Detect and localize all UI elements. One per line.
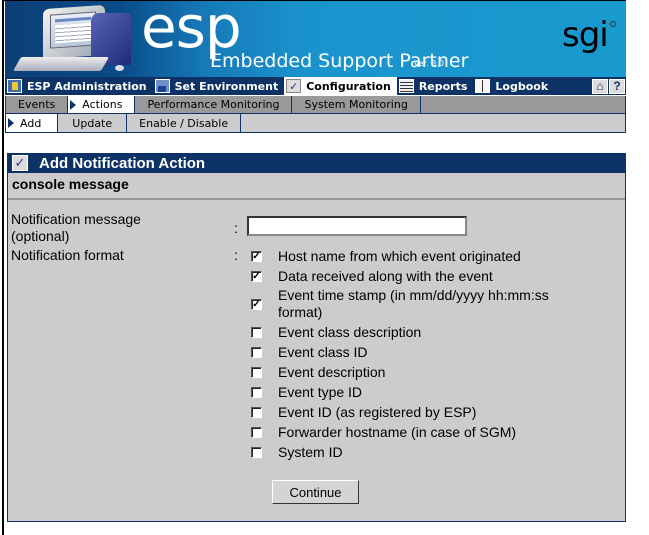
admin-icon [7,79,22,93]
tab-events[interactable]: Events [6,96,69,113]
tab-label: Reports [418,79,468,93]
tab-label: Update [72,116,113,130]
continue-button[interactable]: Continue [272,480,359,504]
option-event-data[interactable]: ✓ Data received along with the event [251,268,493,285]
message-label: Notification message (optional) [11,211,141,245]
sgi-logo: sgi [562,15,609,55]
checkbox-event-class-description[interactable] [251,327,262,338]
home-button[interactable]: ⌂ [592,78,608,94]
tab-label: Performance Monitoring [147,98,280,111]
tab-configuration[interactable]: ✓ Configuration [284,77,397,95]
tab-label: System Monitoring [304,98,408,111]
tab-logbook[interactable]: Logbook [473,77,554,95]
checkmark-icon: ✓ [12,155,28,171]
tab-label: Logbook [495,79,549,93]
message-label-line1: Notification message [11,211,141,227]
option-label: Forwarder hostname (in case of SGM) [278,424,517,440]
tab-enable-disable[interactable]: Enable / Disable [127,114,242,132]
option-event-description[interactable]: Event description [251,364,385,381]
option-label: Event ID (as registered by ESP) [278,404,477,420]
tertiary-nav: Add Update Enable / Disable [5,114,626,133]
option-event-class-description[interactable]: Event class description [251,324,421,341]
action-type-label: console message [8,173,625,200]
format-label: Notification format [11,247,124,263]
home-icon: ⌂ [596,79,604,93]
option-label: Event class ID [278,344,368,360]
message-label-line2: (optional) [11,228,70,244]
left-frame-border [2,0,4,535]
tab-label: ESP Administration [27,79,147,93]
option-label-line1: Event time stamp (in mm/dd/yyyy hh:mm:ss [278,287,549,303]
checkbox-event-description[interactable] [251,367,262,378]
panel-header: ✓ Add Notification Action [8,153,625,173]
tab-set-environment[interactable]: Set Environment [153,77,285,95]
checkbox-event-class-id[interactable] [251,347,262,358]
mouse-image [115,65,124,71]
option-label: Event description [278,364,386,380]
checkmark-icon: ✓ [286,79,302,93]
table-icon [398,79,414,93]
banner: esp Embedded Support Partner ver. 3.0 sg… [5,1,626,77]
help-icon: ? [613,79,621,93]
tab-performance-monitoring[interactable]: Performance Monitoring [135,96,293,113]
checkbox-system-id[interactable] [251,447,262,458]
primary-nav: ESP Administration Set Environment ✓ Con… [5,77,626,95]
tab-actions[interactable]: Actions [68,96,136,113]
option-label: Host name from which event originated [278,248,521,264]
option-time-stamp[interactable]: ✓ Event time stamp (in mm/dd/yyyy hh:mm:… [251,287,549,321]
checkbox-host-name[interactable]: ✓ [251,251,262,262]
colon: : [234,247,238,263]
notification-message-input[interactable] [247,216,467,236]
tab-update[interactable]: Update [58,114,128,132]
checkbox-event-data[interactable]: ✓ [251,271,262,282]
tab-esp-administration[interactable]: ESP Administration [5,77,153,95]
tab-label: Actions [82,98,123,111]
option-label-line2: format) [278,304,323,320]
tab-label: Configuration [306,79,391,93]
panel-title: Add Notification Action [39,154,206,172]
tab-system-monitoring[interactable]: System Monitoring [292,96,421,113]
registered-mark [610,21,616,27]
tab-label: Enable / Disable [139,116,229,130]
tab-reports[interactable]: Reports [397,77,474,95]
option-label: System ID [278,444,343,460]
colon: : [234,220,238,236]
tab-label: Set Environment [174,79,279,93]
help-button[interactable]: ? [609,78,625,94]
option-system-id[interactable]: System ID [251,444,343,461]
option-host-name[interactable]: ✓ Host name from which event originated [251,248,521,265]
checkbox-time-stamp[interactable]: ✓ [251,298,262,310]
book-icon [475,79,491,93]
option-event-type-id[interactable]: Event type ID [251,384,362,401]
option-event-class-id[interactable]: Event class ID [251,344,367,361]
option-label: Event time stamp (in mm/dd/yyyy hh:mm:ss… [278,287,549,321]
tab-label: Add [20,116,42,130]
keyboard-image [12,57,110,71]
tab-add[interactable]: Add [6,114,59,132]
option-label: Event class description [278,324,422,340]
checkbox-forwarder-hostname[interactable] [251,427,262,438]
checkbox-event-id[interactable] [251,407,262,418]
active-arrow-icon [8,118,14,128]
option-label: Data received along with the event [278,268,493,284]
tab-label: Events [18,98,56,111]
option-event-id[interactable]: Event ID (as registered by ESP) [251,404,476,421]
secondary-nav: Events Actions Performance Monitoring Sy… [5,96,626,114]
add-notification-panel: ✓ Add Notification Action console messag… [7,153,626,522]
option-label: Event type ID [278,384,363,400]
checkbox-event-type-id[interactable] [251,387,262,398]
active-arrow-icon [70,100,77,110]
version-label: ver. 3.0 [414,59,445,68]
environment-icon [154,79,170,93]
option-forwarder-hostname[interactable]: Forwarder hostname (in case of SGM) [251,424,516,441]
